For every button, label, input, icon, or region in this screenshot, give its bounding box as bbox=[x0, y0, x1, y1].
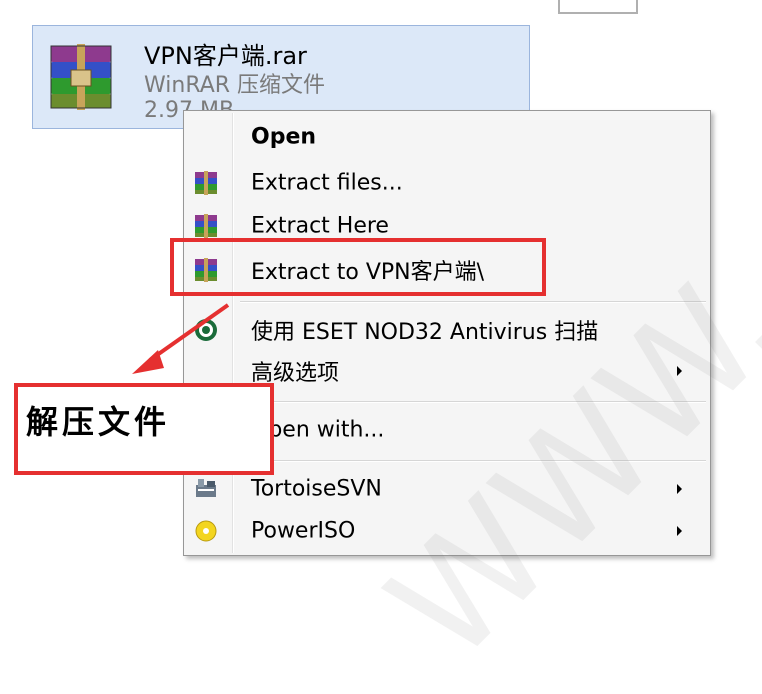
menu-item-label: Open bbox=[251, 124, 317, 150]
menu-item-label: Extract Here bbox=[251, 213, 389, 239]
menu-separator bbox=[240, 301, 706, 303]
winrar-icon bbox=[195, 214, 217, 238]
menu-item-label: Extract files... bbox=[251, 170, 403, 196]
tortoisesvn-icon bbox=[196, 479, 216, 497]
highlight-extract-to bbox=[170, 238, 546, 296]
menu-item-eset-scan[interactable]: 使用 ESET NOD32 Antivirus 扫描 bbox=[184, 308, 710, 352]
winrar-icon bbox=[195, 171, 217, 195]
submenu-arrow-icon bbox=[677, 484, 682, 494]
submenu-arrow-icon bbox=[677, 366, 682, 376]
eset-icon bbox=[195, 319, 217, 341]
menu-item-label: TortoiseSVN bbox=[251, 476, 382, 502]
winrar-archive-icon bbox=[50, 44, 112, 110]
menu-separator bbox=[240, 401, 706, 403]
top-window-edge bbox=[558, 0, 638, 14]
menu-item-extract-files[interactable]: Extract files... bbox=[184, 161, 710, 205]
file-name: VPN客户端.rar bbox=[144, 42, 307, 70]
annotation-callout: 解压文件 bbox=[14, 383, 274, 475]
file-type: WinRAR 压缩文件 bbox=[144, 73, 326, 98]
submenu-arrow-icon bbox=[677, 526, 682, 536]
menu-separator bbox=[240, 460, 706, 462]
context-menu: Open Extract files... Extract Here Extra… bbox=[183, 110, 711, 556]
menu-item-label: PowerISO bbox=[251, 518, 356, 544]
menu-item-label: 使用 ESET NOD32 Antivirus 扫描 bbox=[251, 320, 599, 345]
poweriso-icon bbox=[195, 520, 217, 542]
menu-item-poweriso[interactable]: PowerISO bbox=[184, 509, 710, 553]
menu-item-open[interactable]: Open bbox=[184, 115, 710, 159]
callout-text: 解压文件 bbox=[26, 403, 171, 441]
